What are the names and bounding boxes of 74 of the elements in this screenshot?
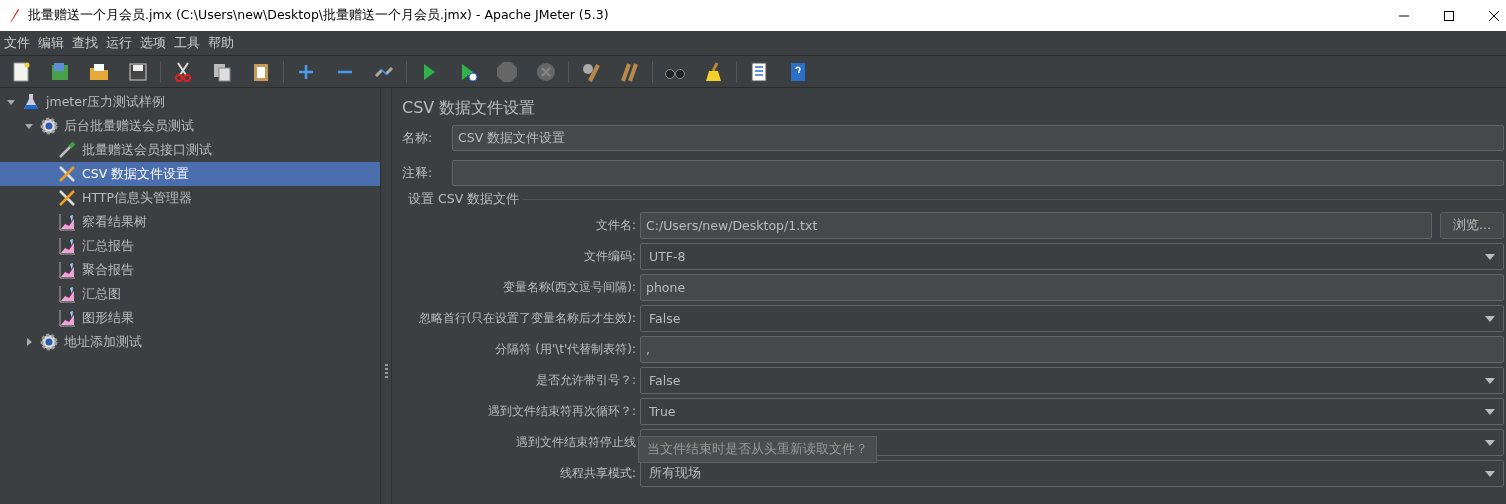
tree-item[interactable]: 后台批量赠送会员测试 [0, 114, 380, 138]
field-label: 变量名称(西文逗号间隔): [501, 279, 636, 296]
pipette-icon [58, 141, 76, 159]
group-title: 设置 CSV 数据文件 [408, 191, 520, 208]
save-icon[interactable] [127, 60, 149, 83]
scissors-icon[interactable] [172, 60, 194, 83]
tree-item[interactable]: 汇总图 [0, 282, 380, 306]
field-label: 分隔符 (用'\t'代替制表符): [494, 341, 636, 358]
dropdown-arrow-icon[interactable] [1485, 439, 1495, 446]
menu-item[interactable]: 运行 [106, 34, 132, 52]
text-field[interactable]: phone [640, 274, 1504, 301]
browse-button[interactable]: 浏览... [1440, 212, 1504, 239]
dropdown[interactable]: True [640, 398, 1504, 425]
collapse-caret-icon[interactable] [6, 97, 16, 107]
comment-field[interactable] [452, 160, 1504, 186]
chart-icon [58, 213, 76, 231]
tree-item[interactable]: HTTP信息头管理器 [0, 186, 380, 210]
tree-item[interactable]: 图形结果 [0, 306, 380, 330]
tools-icon [58, 165, 76, 183]
field-label: 文件编码: [582, 248, 636, 265]
tree-item[interactable]: 聚合报告 [0, 258, 380, 282]
chart-icon [58, 285, 76, 303]
dropdown[interactable]: UTF-8 [640, 243, 1504, 270]
chart-icon [58, 237, 76, 255]
chart-icon [58, 309, 76, 327]
field-label: 线程共享模式: [558, 465, 636, 482]
field-label: 是否允许带引号？: [534, 372, 636, 389]
tools-icon [58, 189, 76, 207]
template-book-icon[interactable] [49, 60, 71, 83]
menu-item[interactable]: 编辑 [38, 34, 64, 52]
shutdown-icon[interactable] [535, 60, 557, 83]
name-label: 名称: [401, 129, 434, 147]
menu-item[interactable]: 查找 [72, 34, 98, 52]
field-label: 遇到文件结束符再次循环？: [486, 403, 636, 420]
dropdown[interactable]: 所有现场 [640, 460, 1504, 487]
dropdown[interactable]: False [640, 305, 1504, 332]
dropdown-arrow-icon[interactable] [1485, 315, 1495, 322]
menu-item[interactable]: 选项 [140, 34, 166, 52]
dropdown[interactable]: False [640, 367, 1504, 394]
text-field[interactable]: , [640, 336, 1504, 363]
dropdown-arrow-icon[interactable] [1485, 408, 1495, 415]
expand-caret-icon[interactable] [24, 337, 34, 347]
tree-item[interactable]: 批量赠送会员接口测试 [0, 138, 380, 162]
tooltip: 当文件结束时是否从头重新读取文件？ [638, 436, 877, 463]
list-icon[interactable] [748, 60, 770, 83]
new-file-icon[interactable] [10, 60, 32, 83]
tree-item[interactable]: 地址添加测试 [0, 330, 380, 354]
dropdown-arrow-icon[interactable] [1485, 377, 1495, 384]
menu-item[interactable]: 帮助 [208, 34, 234, 52]
gear-icon [40, 333, 58, 351]
tree-item[interactable]: jmeter压力测试样例 [0, 90, 380, 114]
collapse-caret-icon[interactable] [24, 121, 34, 131]
field-label: 文件名: [594, 217, 636, 234]
menu-item[interactable]: 工具 [174, 34, 200, 52]
field-label: 遇到文件结束符停止线 [515, 434, 636, 451]
dropdown-arrow-icon[interactable] [1485, 253, 1495, 260]
flask-icon [22, 93, 40, 111]
split-handle[interactable] [384, 364, 388, 378]
window-title: 批量赠送一个月会员.jmx (C:\Users\new\Desktop\批量赠送一个月会员.jmx) - Apache JMeter (5.3) [28, 7, 609, 24]
comment-label: 注释: [401, 164, 434, 182]
menu-item[interactable]: 文件 [4, 34, 30, 52]
tree-item-selected[interactable]: CSV 数据文件设置 [0, 162, 380, 186]
chart-icon [58, 261, 76, 279]
gear-icon [40, 117, 58, 135]
close-icon[interactable] [1488, 9, 1500, 22]
dropdown-arrow-icon[interactable] [1485, 470, 1495, 477]
field-label: 忽略首行(只在设置了变量名称后才生效): [417, 310, 636, 327]
tree-item[interactable]: 察看结果树 [0, 210, 380, 234]
file-name-field[interactable]: C:/Users/new/Desktop/1.txt [640, 212, 1432, 239]
name-field[interactable]: CSV 数据文件设置 [452, 125, 1504, 151]
feather-icon [8, 7, 20, 24]
tree-item[interactable]: 汇总报告 [0, 234, 380, 258]
panel-title: CSV 数据文件设置 [401, 97, 537, 119]
maximize-icon[interactable] [1443, 9, 1455, 22]
